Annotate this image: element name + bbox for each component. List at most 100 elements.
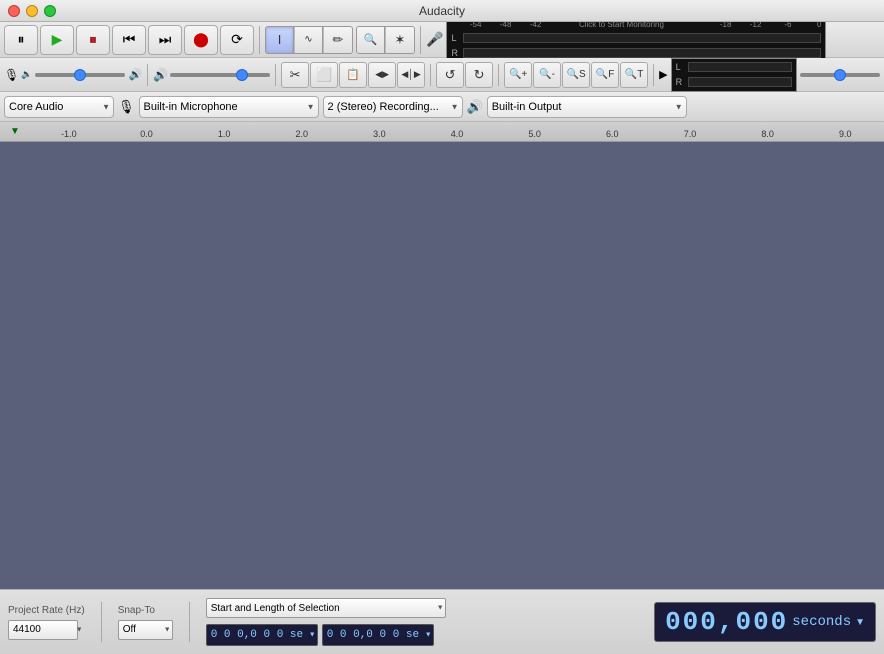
input-volume-high-icon: 🔊 <box>128 68 142 81</box>
mic-device-icon: 🎙 <box>118 99 135 115</box>
window-controls <box>8 5 56 17</box>
main-canvas[interactable] <box>0 142 884 589</box>
snap-to-wrapper: Off <box>118 620 173 640</box>
audio-host-select[interactable]: Core Audio <box>4 96 114 118</box>
time-field-1-wrapper: 0 0 0,0 0 0 seconds <box>206 624 318 646</box>
input-device-select[interactable]: Built-in Microphone <box>139 96 319 118</box>
edit-buttons: ✂ ⬜ 📋 ◀▶ ◀│▶ <box>281 62 425 88</box>
stop-button[interactable]: ⏹ <box>76 25 110 55</box>
trim-button[interactable]: ◀▶ <box>368 62 396 88</box>
snap-to-section: Snap-To Off <box>118 605 173 640</box>
output-volume-slider-container <box>170 73 270 77</box>
paste-button[interactable]: 📋 <box>339 62 367 88</box>
timeline-ruler: ▼ -1.0 0.0 1.0 2.0 3.0 4.0 5.0 6.0 7.0 8… <box>0 122 884 142</box>
time-field-1-select[interactable]: 0 0 0,0 0 0 seconds <box>206 624 318 646</box>
output-meter-L-track <box>688 62 792 72</box>
silence-button[interactable]: ◀│▶ <box>397 62 425 88</box>
zoom-in-button[interactable]: 🔍+ <box>504 62 532 88</box>
redo-button[interactable]: ↻ <box>465 62 493 88</box>
edit-toolbar: 🎙 🔈 🔊 🔊 ✂ ⬜ 📋 ◀▶ ◀│▶ ↺ ↻ 🔍+ 🔍- 🔍S 🔍F 🔍T … <box>0 58 884 92</box>
speaker-device-icon: 🔊 <box>467 99 483 115</box>
minimize-button[interactable] <box>26 5 38 17</box>
multi-tool-button[interactable]: ✶ <box>386 27 414 53</box>
output-meter-L: L <box>676 61 792 74</box>
tools-group-2: 🔍 ✶ <box>356 26 415 54</box>
undo-button[interactable]: ↺ <box>436 62 464 88</box>
input-volume-slider-container: 🔈 🔊 <box>21 68 142 81</box>
playback-speed-slider-container <box>800 73 880 77</box>
pause-button[interactable]: ⏸ <box>4 25 38 55</box>
title-bar: Audacity <box>0 0 884 22</box>
selection-section: Start and Length of Selection 0 0 0,0 0 … <box>206 598 446 646</box>
output-device-select[interactable]: Built-in Output <box>487 96 687 118</box>
playback-icon: ▶ <box>659 68 667 81</box>
input-volume-icon: 🎙 <box>4 68 19 82</box>
output-volume-icon: 🔊 <box>153 68 168 82</box>
divider-3 <box>147 64 148 86</box>
project-rate-label: Project Rate (Hz) <box>8 605 85 616</box>
mic-icon: 🎤 <box>426 31 443 48</box>
time-fields: 0 0 0,0 0 0 seconds 0 0 0,0 0 0 seconds <box>206 624 446 646</box>
input-meter-R: R <box>451 46 821 59</box>
status-bar: Project Rate (Hz) 44100 Snap-To Off Star… <box>0 589 884 654</box>
project-rate-wrapper: 44100 <box>8 620 85 640</box>
cut-button[interactable]: ✂ <box>281 62 309 88</box>
record-button[interactable]: ⬤ <box>184 25 218 55</box>
input-meter-R-track <box>463 48 821 58</box>
big-time-text: 000,000 <box>665 607 788 637</box>
output-volume-slider[interactable] <box>170 73 270 77</box>
output-device-wrapper: Built-in Output <box>487 96 687 118</box>
skip-end-button[interactable]: ⏭ <box>148 25 182 55</box>
audio-host-wrapper: Core Audio <box>4 96 114 118</box>
output-meter-R: R <box>676 76 792 89</box>
play-button[interactable]: ▶ <box>40 25 74 55</box>
skip-start-button[interactable]: ⏮ <box>112 25 146 55</box>
divider-2 <box>420 26 421 54</box>
snap-to-select[interactable]: Off <box>118 620 173 640</box>
output-meter-R-track <box>688 77 792 87</box>
selection-mode-wrapper: Start and Length of Selection <box>206 598 446 618</box>
divider-7 <box>653 64 654 86</box>
input-meter[interactable]: -54 -48 -42 Click to Start Monitoring -1… <box>446 17 826 62</box>
draw-tool-button[interactable]: ✏ <box>324 27 352 53</box>
zoom-fit-button[interactable]: 🔍F <box>591 62 619 88</box>
input-meter-L: L <box>451 31 821 44</box>
divider-4 <box>275 64 276 86</box>
zoom-out-button[interactable]: 🔍- <box>533 62 561 88</box>
tools-group: I ∿ ✏ <box>265 26 353 54</box>
project-rate-select[interactable]: 44100 <box>8 620 78 640</box>
zoom-buttons: 🔍+ 🔍- 🔍S 🔍F 🔍T <box>504 62 648 88</box>
device-toolbar: Core Audio 🎙 Built-in Microphone 2 (Ster… <box>0 92 884 122</box>
selection-mode-select[interactable]: Start and Length of Selection <box>206 598 446 618</box>
select-tool-button[interactable]: I <box>266 27 294 53</box>
loop-button[interactable]: ⟳ <box>220 25 254 55</box>
output-meter[interactable]: L R <box>671 58 797 92</box>
input-volume-low-icon: 🔈 <box>21 69 32 80</box>
playback-speed-slider[interactable] <box>800 73 880 77</box>
divider-1 <box>259 26 260 54</box>
divider-5 <box>430 64 431 86</box>
envelope-tool-button[interactable]: ∿ <box>295 27 323 53</box>
big-time-dropdown[interactable]: ▼ <box>855 617 865 628</box>
big-time-display: 000,000 seconds ▼ <box>654 602 876 642</box>
status-divider-1 <box>101 602 102 642</box>
zoom-toggle-button[interactable]: 🔍T <box>620 62 648 88</box>
copy-button[interactable]: ⬜ <box>310 62 338 88</box>
playhead-marker: ▼ <box>10 126 20 137</box>
selection-mode-label: Start and Length of Selection <box>206 598 446 618</box>
channel-select[interactable]: 2 (Stereo) Recording... <box>323 96 463 118</box>
zoom-sel-button[interactable]: 🔍S <box>562 62 590 88</box>
input-meter-L-track <box>463 33 821 43</box>
big-time-unit: seconds <box>792 614 851 630</box>
input-device-wrapper: Built-in Microphone <box>139 96 319 118</box>
status-divider-2 <box>189 602 190 642</box>
zoom-tool-button[interactable]: 🔍 <box>357 27 385 53</box>
transport-toolbar: ⏸ ▶ ⏹ ⏮ ⏭ ⬤ ⟳ I ∿ ✏ 🔍 ✶ <box>0 22 884 58</box>
maximize-button[interactable] <box>44 5 56 17</box>
close-button[interactable] <box>8 5 20 17</box>
time-field-2-wrapper: 0 0 0,0 0 0 seconds <box>322 624 434 646</box>
ruler-marks: -1.0 0.0 1.0 2.0 3.0 4.0 5.0 6.0 7.0 8.0… <box>30 129 884 139</box>
input-volume-slider[interactable] <box>35 73 125 77</box>
time-field-2-select[interactable]: 0 0 0,0 0 0 seconds <box>322 624 434 646</box>
divider-6 <box>498 64 499 86</box>
